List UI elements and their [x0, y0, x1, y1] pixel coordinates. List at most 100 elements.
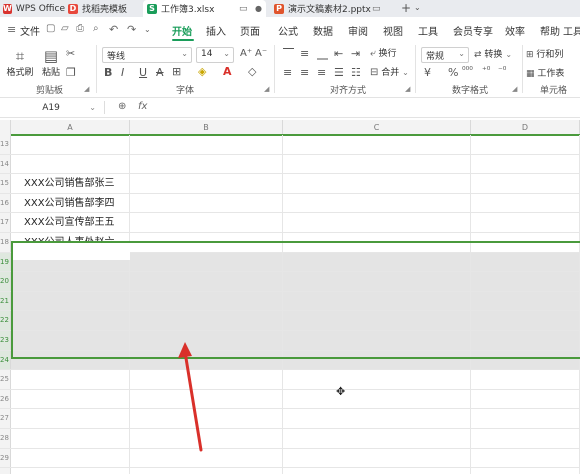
- cell-c[interactable]: [283, 135, 471, 154]
- indent-decrease-icon[interactable]: ⇤: [334, 47, 343, 60]
- underline-icon[interactable]: U: [139, 66, 147, 79]
- font-color-icon[interactable]: A: [223, 65, 232, 78]
- cell-a[interactable]: [11, 311, 130, 330]
- cell-c[interactable]: [283, 389, 471, 409]
- cell-d[interactable]: [471, 135, 580, 154]
- undo-icon[interactable]: ↶: [109, 23, 118, 36]
- cell-d[interactable]: [471, 448, 580, 468]
- row-header[interactable]: 17: [0, 213, 11, 232]
- bold-icon[interactable]: B: [104, 66, 112, 79]
- cell-a[interactable]: [11, 429, 130, 448]
- font-size-select[interactable]: 14 ⌄: [196, 47, 234, 63]
- cell-a[interactable]: [11, 272, 130, 291]
- menu-tools[interactable]: 工具: [418, 23, 438, 38]
- expand-icon[interactable]: ◢: [84, 85, 89, 93]
- formula-input[interactable]: [156, 100, 580, 116]
- cell-a[interactable]: [11, 154, 130, 174]
- menu-help[interactable]: 帮助: [540, 23, 560, 38]
- cell-b[interactable]: [130, 252, 283, 272]
- chevron-down-icon[interactable]: ⌄: [414, 3, 421, 12]
- cell-c[interactable]: [283, 350, 471, 370]
- row-header[interactable]: 23: [0, 331, 11, 350]
- print-icon[interactable]: ⎙: [76, 23, 84, 34]
- increase-font-icon[interactable]: A⁺: [240, 48, 252, 59]
- redo-icon[interactable]: ↷: [127, 23, 136, 36]
- distribute-icon[interactable]: ☷: [351, 66, 361, 79]
- row-header[interactable]: 15: [0, 174, 11, 193]
- cell-c[interactable]: [283, 429, 471, 448]
- cell-d[interactable]: [471, 409, 580, 428]
- cell-c[interactable]: [283, 468, 471, 474]
- menu-view[interactable]: 视图: [383, 23, 403, 38]
- cell-b[interactable]: [130, 233, 283, 252]
- paste-button[interactable]: ▤ 粘贴: [37, 47, 65, 78]
- cell-b[interactable]: [130, 468, 283, 474]
- cell-d[interactable]: [471, 429, 580, 448]
- cell-b[interactable]: [130, 291, 283, 311]
- cell-a[interactable]: [11, 135, 130, 154]
- number-format-select[interactable]: 常规 ⌄: [421, 47, 469, 63]
- expand-icon[interactable]: ◢: [264, 85, 269, 93]
- cell-c[interactable]: [283, 311, 471, 330]
- cell-d[interactable]: [471, 311, 580, 330]
- align-center-icon[interactable]: ≡: [300, 66, 309, 79]
- cell-d[interactable]: [471, 350, 580, 370]
- tab-workbook[interactable]: S 工作簿3.xlsx ▭ ●: [143, 0, 266, 17]
- row-header[interactable]: 16: [0, 193, 11, 213]
- menu-page[interactable]: 页面: [240, 23, 260, 38]
- cell-a[interactable]: XXX公司销售部张三: [11, 174, 130, 193]
- row-col-button[interactable]: ⊞ 行和列: [526, 47, 563, 60]
- row-header[interactable]: 25: [0, 370, 11, 389]
- expand-icon[interactable]: ◢: [405, 85, 410, 93]
- cell-d[interactable]: [471, 154, 580, 174]
- open-folder-icon[interactable]: ▱: [61, 23, 69, 34]
- cell-a[interactable]: XXX公司宣传部王五: [11, 213, 130, 232]
- zoom-icon[interactable]: ⊕: [118, 101, 126, 112]
- tab-docer[interactable]: D 找稻壳模板: [68, 0, 140, 17]
- convert-button[interactable]: ⇄ 转换 ⌄: [474, 47, 512, 60]
- cell-c[interactable]: [283, 174, 471, 193]
- select-all-corner[interactable]: [0, 120, 11, 135]
- cell-c[interactable]: [283, 291, 471, 311]
- worksheet-button[interactable]: ▦ 工作表: [526, 66, 564, 79]
- column-header-a[interactable]: A: [11, 120, 130, 135]
- justify-icon[interactable]: ☰: [334, 66, 344, 79]
- cell-b[interactable]: [130, 311, 283, 330]
- cell-b[interactable]: [130, 154, 283, 174]
- cell-c[interactable]: [283, 331, 471, 350]
- menu-insert[interactable]: 插入: [206, 23, 226, 38]
- cell-a[interactable]: [11, 291, 130, 311]
- cell-d[interactable]: [471, 252, 580, 272]
- cell-a[interactable]: [11, 409, 130, 428]
- print-preview-icon[interactable]: ⌕: [93, 23, 99, 34]
- decrease-decimal-icon[interactable]: ⁻⁰: [498, 66, 506, 76]
- align-top-icon[interactable]: ⎺: [283, 47, 294, 61]
- currency-icon[interactable]: ¥: [424, 66, 431, 79]
- row-header[interactable]: 27: [0, 409, 11, 428]
- align-left-icon[interactable]: ≡: [283, 66, 292, 79]
- indent-increase-icon[interactable]: ⇥: [351, 47, 360, 60]
- cell-d[interactable]: [471, 331, 580, 350]
- row-header[interactable]: 14: [0, 154, 11, 174]
- cell-c[interactable]: [283, 154, 471, 174]
- cell-d[interactable]: [471, 291, 580, 311]
- decrease-font-icon[interactable]: A⁻: [255, 48, 267, 59]
- cut-icon[interactable]: ✂: [66, 47, 75, 60]
- cell-b[interactable]: [130, 193, 283, 213]
- row-header[interactable]: 29: [0, 448, 11, 468]
- cell-c[interactable]: [283, 409, 471, 428]
- copy-icon[interactable]: ❐: [66, 66, 76, 79]
- italic-icon[interactable]: I: [121, 66, 124, 79]
- cell-c[interactable]: [283, 213, 471, 232]
- row-header[interactable]: 28: [0, 429, 11, 448]
- cell-d[interactable]: [471, 213, 580, 232]
- cell-a[interactable]: [11, 448, 130, 468]
- cell-a[interactable]: [11, 389, 130, 409]
- strikethrough-icon[interactable]: A: [156, 66, 164, 79]
- thousands-icon[interactable]: ⁰⁰⁰: [462, 66, 473, 76]
- cell-c[interactable]: [283, 370, 471, 389]
- expand-icon[interactable]: ◢: [512, 85, 517, 93]
- tab-wps-office[interactable]: W WPS Office: [3, 0, 65, 17]
- cell-c[interactable]: [283, 448, 471, 468]
- align-right-icon[interactable]: ≡: [317, 66, 326, 79]
